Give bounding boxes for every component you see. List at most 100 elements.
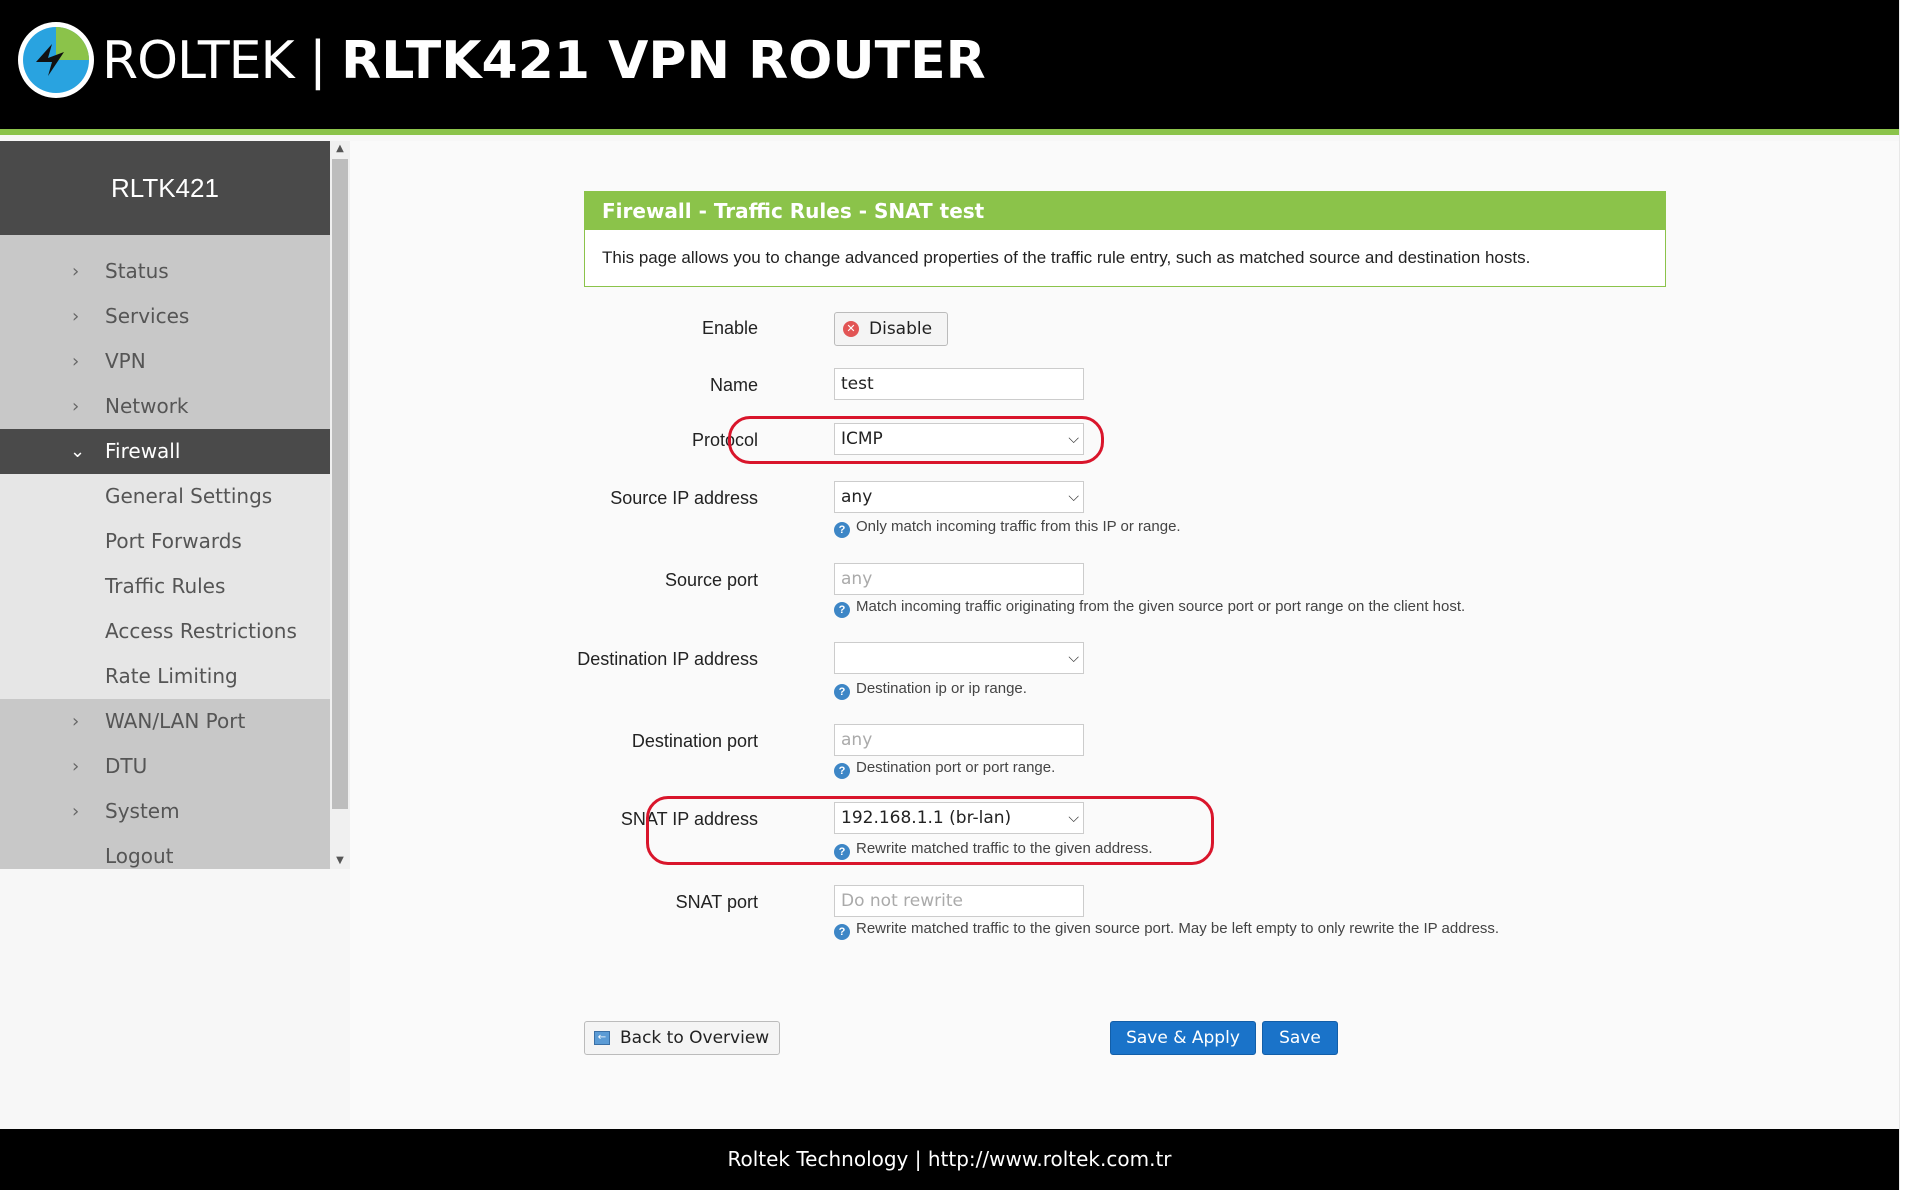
sidebar-item-logout[interactable]: Logout	[0, 834, 330, 869]
chevron-down-icon: ⌵	[1068, 489, 1079, 505]
scroll-down-arrow-icon[interactable]: ▼	[330, 853, 350, 869]
dest-ip-select[interactable]: ⌵	[834, 642, 1084, 674]
chevron-down-icon: ⌵	[1068, 810, 1079, 826]
help-icon: ?	[834, 522, 850, 538]
help-icon: ?	[834, 602, 850, 618]
close-circle-icon: ✕	[843, 321, 859, 337]
sidebar-item-label: Services	[105, 304, 190, 328]
sidebar-item-label: Port Forwards	[105, 529, 242, 553]
save-apply-button[interactable]: Save & Apply	[1110, 1021, 1256, 1055]
source-port-hint-text: Match incoming traffic originating from …	[856, 598, 1466, 615]
chevron-right-icon: ›	[72, 711, 80, 732]
sidebar-item-label: General Settings	[105, 484, 273, 508]
source-port-label: Source port	[664, 570, 758, 590]
snat-ip-select[interactable]: 192.168.1.1 (br-lan) ⌵	[834, 802, 1084, 834]
source-ip-hint-text: Only match incoming traffic from this IP…	[856, 518, 1181, 535]
sidebar-title: RLTK421	[0, 141, 330, 235]
protocol-select-value: ICMP	[841, 429, 883, 449]
dest-ip-hint-text: Destination ip or ip range.	[856, 680, 1027, 697]
sidebar-item-services[interactable]: › Services	[0, 294, 330, 339]
sidebar-item-label: DTU	[105, 754, 148, 778]
help-icon: ?	[834, 924, 850, 940]
protocol-select[interactable]: ICMP ⌵	[834, 423, 1084, 455]
snat-port-hint: ? Rewrite matched traffic to the given so…	[834, 920, 1499, 940]
snat-ip-hint-text: Rewrite matched traffic to the given add…	[856, 840, 1153, 857]
scroll-up-arrow-icon[interactable]: ▲	[330, 141, 350, 157]
sidebar-subitem-traffic-rules[interactable]: Traffic Rules	[0, 564, 330, 609]
sidebar: RLTK421 › Status › Services › VPN › Network …	[0, 141, 330, 869]
sidebar-item-label: Logout	[105, 844, 174, 868]
snat-port-label: SNAT port	[675, 892, 758, 912]
sidebar-item-label: Rate Limiting	[105, 664, 238, 688]
sidebar-item-wan-lan-port[interactable]: › WAN/LAN Port	[0, 699, 330, 744]
sidebar-scrollbar[interactable]: ▲ ▼	[330, 141, 350, 869]
disable-button[interactable]: ✕ Disable	[834, 312, 948, 346]
sidebar-menu: › Status › Services › VPN › Network ⌄ Firewal…	[0, 235, 330, 869]
source-ip-label: Source IP address	[610, 488, 758, 508]
chevron-down-icon: ⌵	[1068, 650, 1079, 666]
chevron-right-icon: ›	[72, 261, 80, 282]
source-port-hint: ? Match incoming traffic originating from…	[834, 598, 1465, 618]
snat-ip-hint: ? Rewrite matched traffic to the given ad…	[834, 840, 1153, 860]
sidebar-item-label: Traffic Rules	[105, 574, 226, 598]
sidebar-item-network[interactable]: › Network	[0, 384, 330, 429]
source-ip-hint: ? Only match incoming traffic from this I…	[834, 518, 1181, 538]
sidebar-item-label: Network	[105, 394, 189, 418]
sidebar-item-dtu[interactable]: › DTU	[0, 744, 330, 789]
roltek-logo-icon	[18, 22, 94, 98]
sidebar-subitem-general-settings[interactable]: General Settings	[0, 474, 330, 519]
brand-name: ROLTEK |	[102, 31, 342, 91]
disable-button-label: Disable	[869, 319, 933, 339]
page-scrollbar[interactable]	[1899, 0, 1920, 1190]
sidebar-item-label: System	[105, 799, 180, 823]
sidebar-subitem-port-forwards[interactable]: Port Forwards	[0, 519, 330, 564]
sidebar-item-label: Status	[105, 259, 169, 283]
sidebar-subitem-rate-limiting[interactable]: Rate Limiting	[0, 654, 330, 699]
snat-ip-select-value: 192.168.1.1 (br-lan)	[841, 808, 1012, 828]
main-content: Firewall - Traffic Rules - SNAT test Thi…	[350, 141, 1899, 1129]
section-header-box: Firewall - Traffic Rules - SNAT test Thi…	[584, 191, 1666, 287]
help-icon: ?	[834, 763, 850, 779]
chevron-right-icon: ›	[72, 351, 80, 372]
sidebar-item-firewall[interactable]: ⌄ Firewall	[0, 429, 330, 474]
sidebar-item-status[interactable]: › Status	[0, 249, 330, 294]
chevron-right-icon: ›	[72, 306, 80, 327]
chevron-right-icon: ›	[72, 396, 80, 417]
back-button-label: Back to Overview	[620, 1028, 770, 1048]
sidebar-item-system[interactable]: › System	[0, 789, 330, 834]
enable-label: Enable	[701, 318, 758, 338]
name-input[interactable]: test	[834, 368, 1084, 400]
page-title: Firewall - Traffic Rules - SNAT test	[585, 192, 1665, 230]
source-port-input[interactable]: any	[834, 563, 1084, 595]
dest-port-label: Destination port	[631, 731, 758, 751]
help-icon: ?	[834, 844, 850, 860]
sidebar-item-label: Firewall	[105, 439, 181, 463]
snat-port-input[interactable]: Do not rewrite	[834, 885, 1084, 917]
source-ip-select-value: any	[841, 487, 873, 507]
save-button[interactable]: Save	[1262, 1021, 1338, 1055]
sidebar-scroll-thumb[interactable]	[332, 159, 348, 809]
sidebar-item-vpn[interactable]: › VPN	[0, 339, 330, 384]
snat-port-hint-text: Rewrite matched traffic to the given sou…	[856, 920, 1500, 937]
router-model: RLTK421 VPN ROUTER	[341, 31, 986, 91]
sidebar-item-label: WAN/LAN Port	[105, 709, 246, 733]
dest-port-input[interactable]: any	[834, 724, 1084, 756]
dest-port-hint-text: Destination port or port range.	[856, 759, 1056, 776]
footer: Roltek Technology | http://www.roltek.co…	[0, 1129, 1899, 1190]
chevron-down-icon: ⌄	[70, 441, 86, 462]
help-icon: ?	[834, 684, 850, 700]
back-to-overview-button[interactable]: ← Back to Overview	[584, 1021, 780, 1055]
chevron-down-icon: ⌵	[1068, 431, 1079, 447]
back-arrow-icon: ←	[594, 1031, 610, 1045]
protocol-label: Protocol	[691, 430, 758, 450]
top-header: ROLTEK | RLTK421 VPN ROUTER	[0, 0, 1899, 135]
source-ip-select[interactable]: any ⌵	[834, 481, 1084, 513]
name-label: Name	[709, 375, 758, 395]
dest-port-hint: ? Destination port or port range.	[834, 759, 1055, 779]
dest-ip-label: Destination IP address	[577, 649, 758, 669]
dest-ip-hint: ? Destination ip or ip range.	[834, 680, 1027, 700]
chevron-right-icon: ›	[72, 756, 80, 777]
sidebar-subitem-access-restrictions[interactable]: Access Restrictions	[0, 609, 330, 654]
snat-ip-label: SNAT IP address	[620, 809, 758, 829]
header-accent-bar	[0, 129, 1899, 135]
